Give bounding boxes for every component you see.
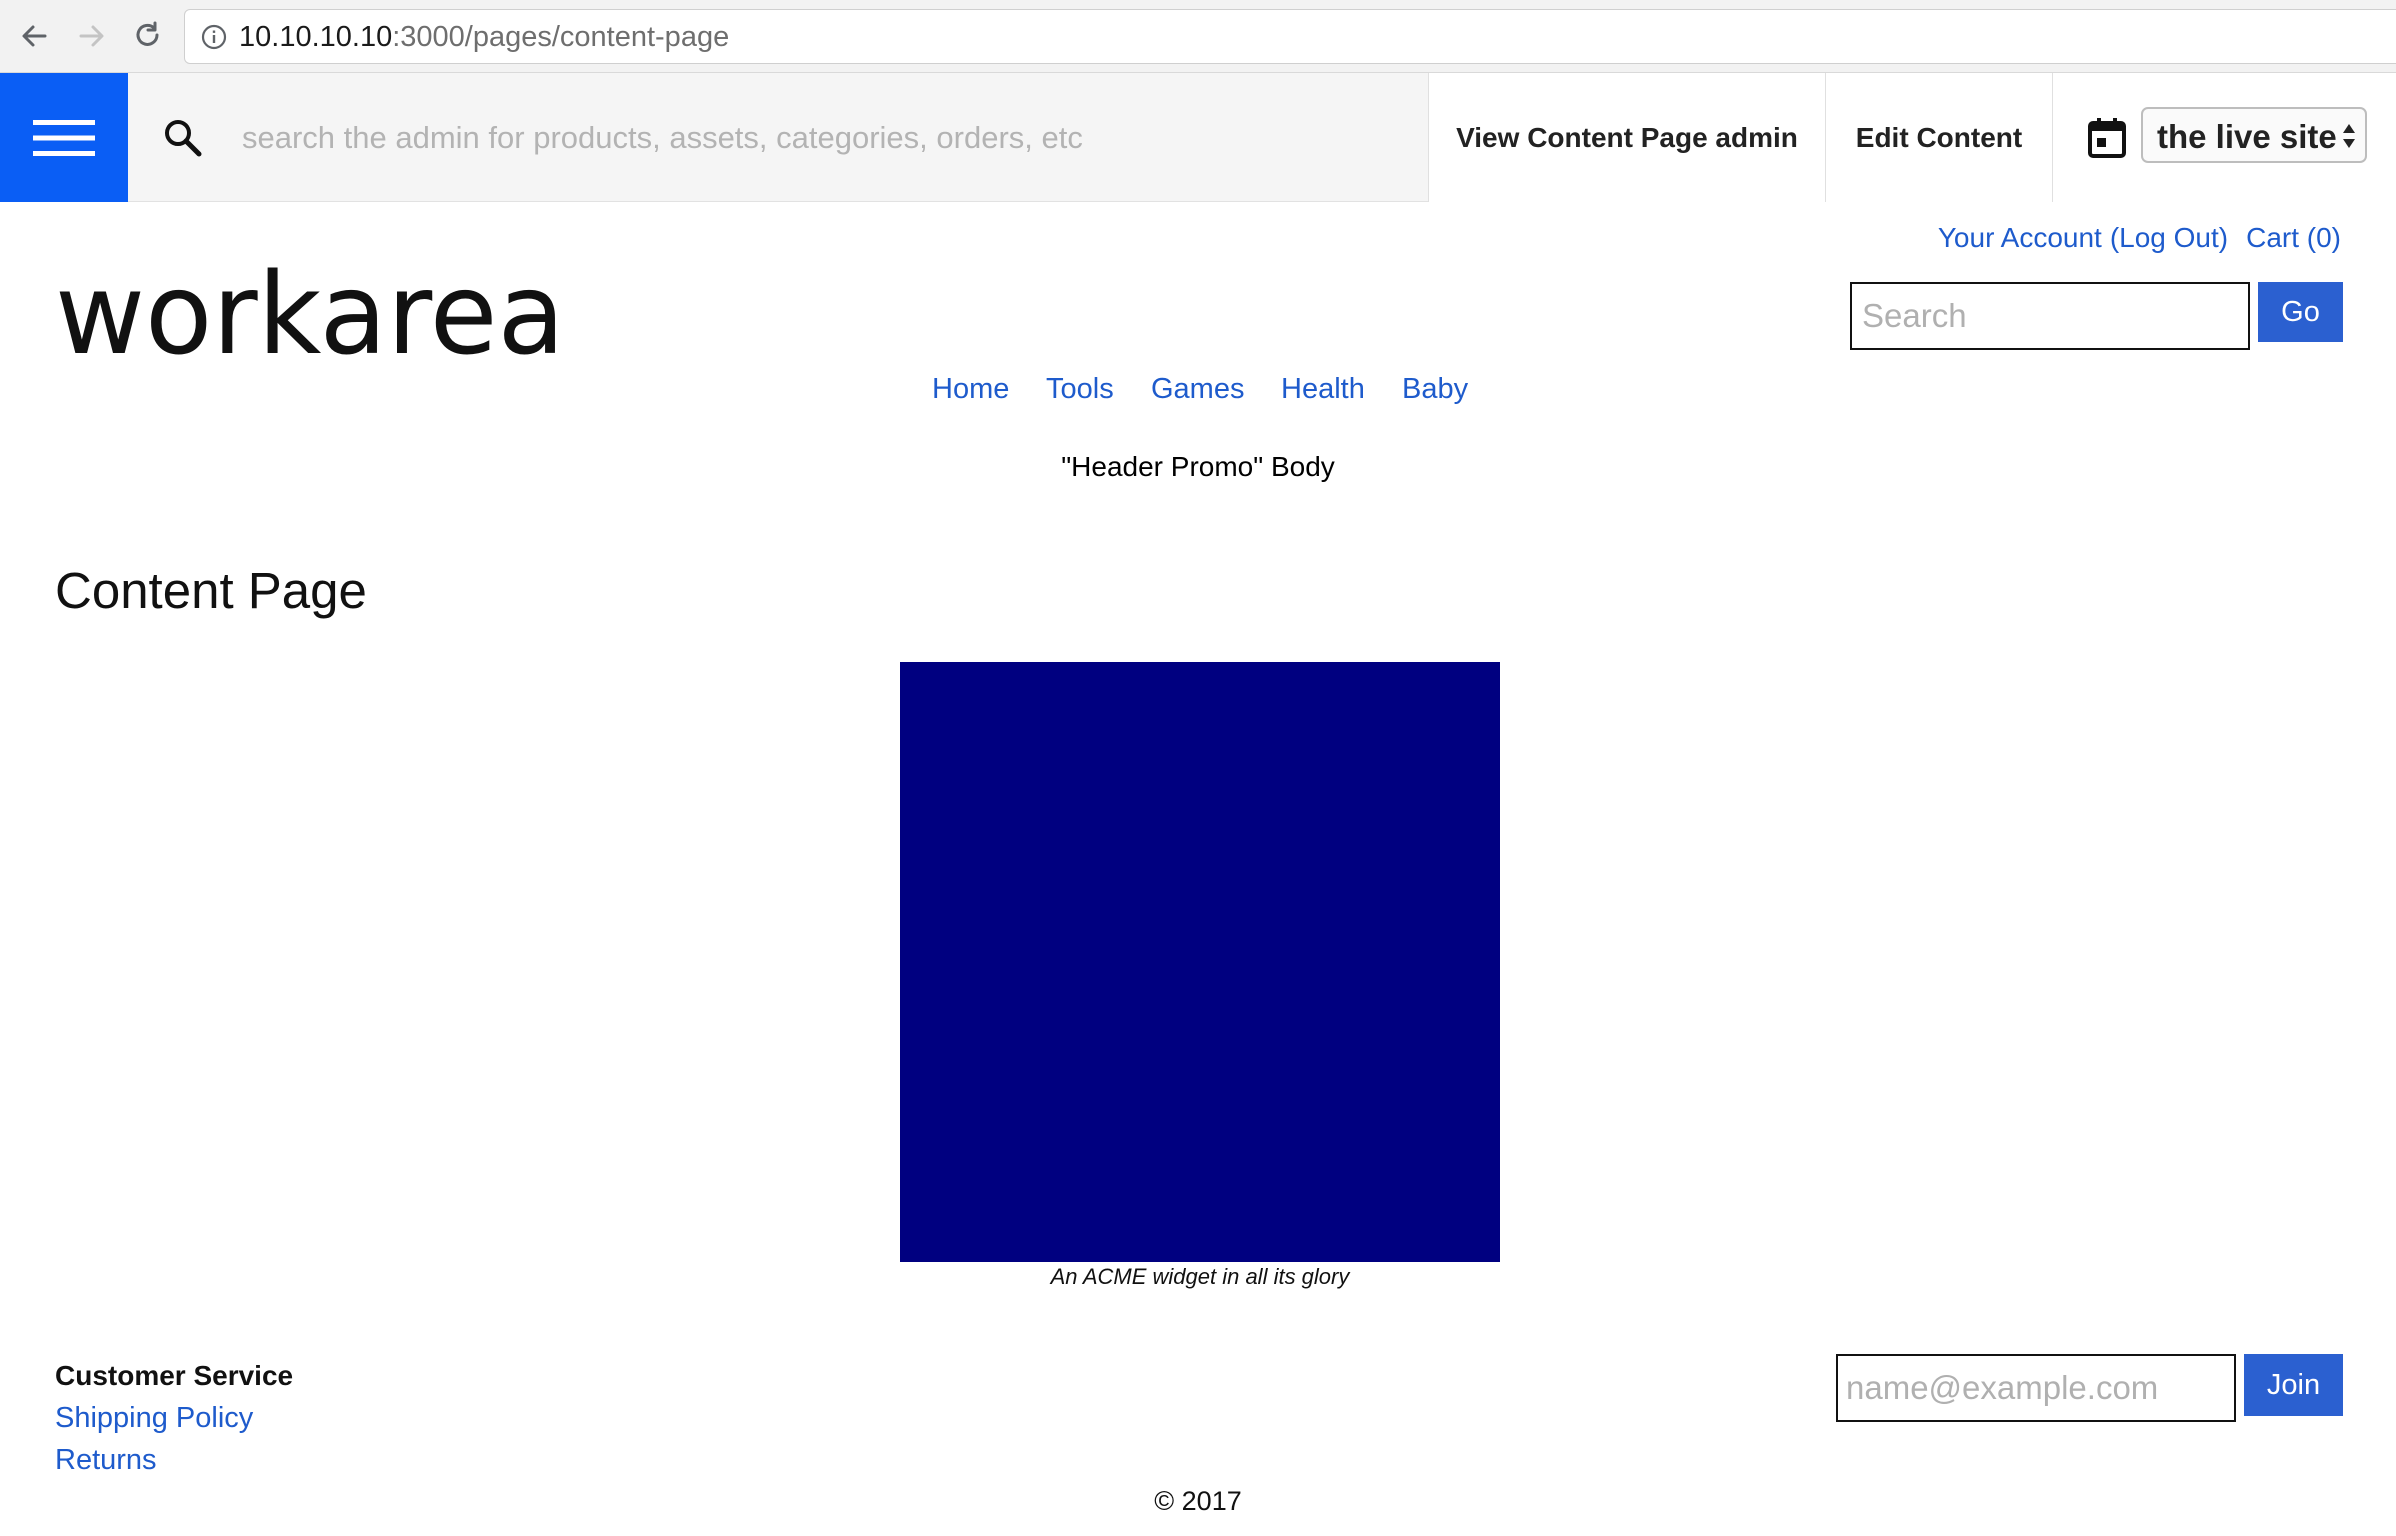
log-out-link[interactable]: (Log Out) bbox=[2110, 222, 2228, 253]
workarea-logo[interactable]: workarea bbox=[55, 255, 571, 365]
admin-menu-button[interactable] bbox=[0, 73, 128, 202]
page-title: Content Page bbox=[55, 562, 367, 619]
nav-item-baby[interactable]: Baby bbox=[1402, 373, 1468, 406]
returns-link[interactable]: Returns bbox=[55, 1444, 157, 1477]
url-path: :3000/pages/content-page bbox=[392, 21, 730, 53]
edit-content-link[interactable]: Edit Content bbox=[1825, 73, 2052, 202]
customer-service-heading: Customer Service bbox=[55, 1360, 294, 1391]
search-go-button[interactable]: Go bbox=[2258, 282, 2343, 342]
account-links: Your Account (Log Out) Cart (0) bbox=[1926, 222, 2341, 254]
back-arrow-icon[interactable] bbox=[12, 14, 56, 58]
select-arrows-icon bbox=[2343, 124, 2355, 148]
image-caption: An ACME widget in all its glory bbox=[1050, 1264, 1350, 1289]
acme-widget-image bbox=[900, 662, 1500, 1262]
release-selector-area: the live site bbox=[2052, 73, 2396, 202]
cart-link[interactable]: Cart (0) bbox=[2246, 222, 2341, 253]
url-host: 10.10.10.10 bbox=[239, 21, 393, 53]
your-account-link[interactable]: Your Account bbox=[1938, 222, 2102, 253]
primary-navigation: Home Tools Games Health Baby bbox=[0, 373, 2396, 413]
view-admin-label: View Content Page admin bbox=[1456, 121, 1798, 153]
address-bar[interactable]: 10.10.10.10:3000/pages/content-page bbox=[184, 9, 2396, 64]
info-icon[interactable] bbox=[201, 24, 227, 50]
search-icon bbox=[165, 120, 202, 157]
copyright: © 2017 bbox=[1154, 1486, 1242, 1516]
release-select[interactable]: the live site bbox=[2141, 107, 2367, 163]
shipping-policy-link[interactable]: Shipping Policy bbox=[55, 1402, 253, 1435]
browser-toolbar: 10.10.10.10:3000/pages/content-page bbox=[0, 0, 2396, 73]
nav-item-home[interactable]: Home bbox=[932, 373, 1009, 406]
header-promo: "Header Promo" Body bbox=[1061, 451, 1335, 482]
view-content-page-admin-link[interactable]: View Content Page admin bbox=[1428, 73, 1825, 202]
forward-arrow-icon[interactable] bbox=[70, 14, 114, 58]
nav-item-games[interactable]: Games bbox=[1151, 373, 1244, 406]
hamburger-icon bbox=[33, 119, 95, 156]
admin-search-input[interactable] bbox=[242, 113, 1392, 163]
admin-toolbar: View Content Page admin Edit Content the… bbox=[0, 73, 2396, 202]
site-search-input[interactable] bbox=[1850, 282, 2250, 350]
edit-content-label: Edit Content bbox=[1855, 121, 2023, 153]
url-text: 10.10.10.10:3000/pages/content-page bbox=[239, 21, 729, 53]
calendar-icon[interactable] bbox=[2087, 117, 2127, 159]
newsletter-email-input[interactable] bbox=[1836, 1354, 2236, 1422]
nav-item-tools[interactable]: Tools bbox=[1046, 373, 1114, 406]
reload-icon[interactable] bbox=[126, 14, 170, 58]
newsletter-join-button[interactable]: Join bbox=[2244, 1354, 2343, 1416]
logo-text: workarea bbox=[55, 255, 565, 365]
release-selected-value: the live site bbox=[2157, 118, 2337, 155]
nav-item-health[interactable]: Health bbox=[1281, 373, 1365, 406]
